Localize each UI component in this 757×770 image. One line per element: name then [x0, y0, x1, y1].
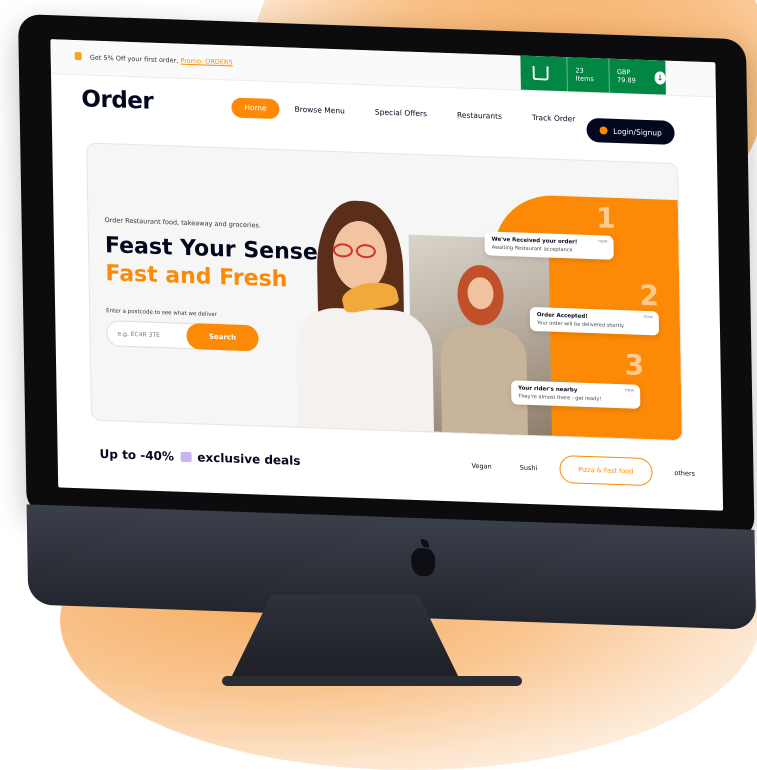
nav-browse-menu[interactable]: Browse Menu: [279, 99, 360, 122]
notification-time: now: [624, 388, 635, 394]
tab-pizza-fast-food[interactable]: Pizza & Fast food: [559, 454, 653, 487]
login-label: Login/Signup: [613, 126, 662, 138]
step-number-2: 2: [639, 278, 660, 313]
postcode-search: Search: [106, 320, 259, 352]
nav-restaurants[interactable]: Restaurants: [442, 105, 517, 128]
promo-text: Get 5% Off your first order, Promo: ORDE…: [74, 51, 233, 67]
gift-icon: [180, 451, 192, 463]
deal-category-tabs: Vegan Sushi Pizza & Fast food others: [457, 451, 709, 488]
notification-time: now: [598, 239, 608, 245]
promo-label: Get 5% Off your first order,: [89, 53, 179, 65]
login-signup-button[interactable]: Login/Signup: [586, 117, 675, 145]
site-logo[interactable]: Order: [81, 86, 153, 115]
hero-woman-image: [286, 196, 440, 432]
basket-icon: [532, 65, 549, 81]
tab-vegan[interactable]: Vegan: [457, 452, 506, 480]
deals-label: exclusive deals: [197, 450, 301, 468]
promo-code-link[interactable]: Promo: ORDER5: [180, 57, 232, 67]
notification-detail: Your order will be delivered shortly: [536, 320, 624, 330]
divider: [566, 57, 568, 92]
cart-items-count: 23 Items: [575, 66, 594, 84]
postcode-input[interactable]: [115, 326, 190, 344]
postcode-hint: Enter a postcode to see what we deliver: [106, 308, 218, 319]
notification-detail: They're almost there - get ready!: [518, 393, 602, 403]
notification-card: now Order Accepted! Your order will be d…: [529, 306, 660, 336]
cart-total: GBP 79.89: [616, 67, 636, 85]
tab-others[interactable]: others: [660, 460, 709, 488]
website-screen: Get 5% Off your first order, Promo: ORDE…: [50, 39, 724, 511]
hero-section: Order Restaurant food, takeaway and groc…: [86, 142, 683, 442]
notification-detail: Awaiting Restaurant acceptance: [491, 244, 573, 254]
main-nav: Home Browse Menu Special Offers Restaura…: [231, 97, 590, 130]
hero-headline-accent: Fast and Fresh: [105, 261, 288, 293]
woman-shirt: [295, 306, 434, 432]
divider: [607, 58, 610, 93]
star-icon: [74, 51, 82, 61]
nav-special-offers[interactable]: Special Offers: [360, 102, 442, 125]
user-icon: [599, 126, 608, 135]
monitor-stand-foot: [222, 676, 522, 686]
chevron-down-icon[interactable]: ↓: [654, 70, 666, 85]
hero-subtitle: Order Restaurant food, takeaway and groc…: [104, 216, 261, 230]
notification-time: now: [643, 314, 653, 321]
glasses-icon: [332, 242, 387, 259]
notification-card: now Your rider's nearby They're almost t…: [511, 380, 641, 409]
nav-track-order[interactable]: Track Order: [517, 107, 591, 130]
photo-face: [467, 276, 494, 310]
apple-logo-icon: [411, 547, 436, 577]
step-number-3: 3: [624, 348, 645, 382]
notification-card: now We've Received your order! Awaiting …: [484, 231, 614, 260]
tab-sushi[interactable]: Sushi: [505, 454, 551, 482]
nav-home[interactable]: Home: [231, 97, 280, 120]
deals-heading: Up to -40% exclusive deals: [99, 447, 300, 468]
search-button[interactable]: Search: [186, 322, 259, 352]
deals-discount: Up to -40%: [99, 446, 175, 464]
cart-summary[interactable]: 23 Items GBP 79.89 ↓: [520, 55, 666, 95]
step-number-1: 1: [595, 201, 616, 235]
imac-monitor: Get 5% Off your first order, Promo: ORDE…: [18, 14, 757, 640]
